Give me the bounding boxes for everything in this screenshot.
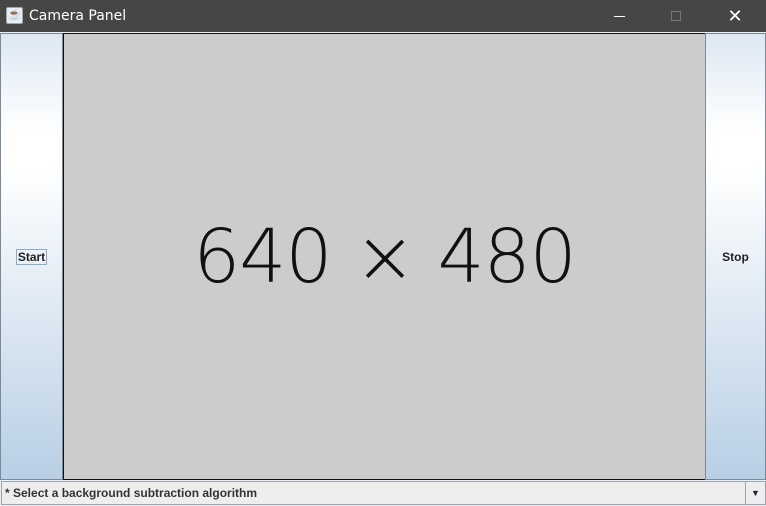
java-app-icon: ☕ (6, 7, 23, 24)
maximize-button[interactable] (653, 0, 699, 32)
title-bar: ☕ Camera Panel ✕ (0, 0, 766, 32)
start-button[interactable]: Start (0, 33, 63, 480)
minimize-icon (613, 15, 625, 17)
stop-label: Stop (722, 249, 749, 264)
chevron-down-icon[interactable]: ▼ (745, 482, 765, 504)
algorithm-selected-value: * Select a background subtraction algori… (5, 486, 258, 500)
start-label: Start (15, 248, 48, 265)
minimize-button[interactable] (596, 0, 642, 32)
camera-view: 640 × 480 (63, 33, 706, 480)
window-title: Camera Panel (29, 8, 127, 24)
stop-button[interactable]: Stop (705, 33, 766, 480)
close-icon: ✕ (727, 6, 743, 26)
video-placeholder-text: 640 × 480 (193, 213, 577, 300)
close-button[interactable]: ✕ (712, 0, 758, 32)
maximize-icon (671, 11, 681, 21)
algorithm-select[interactable]: * Select a background subtraction algori… (1, 481, 766, 505)
